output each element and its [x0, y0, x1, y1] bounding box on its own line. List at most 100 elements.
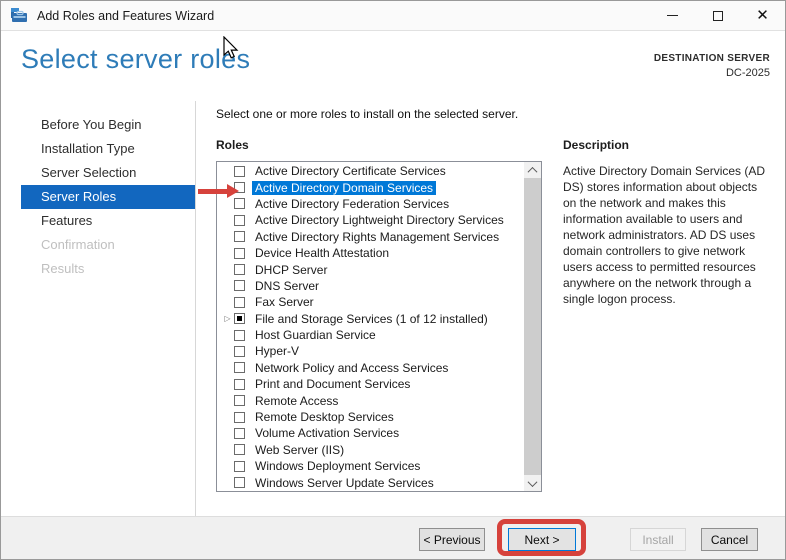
cancel-button[interactable]: Cancel — [701, 528, 758, 551]
role-label[interactable]: Active Directory Lightweight Directory S… — [252, 213, 507, 227]
sidebar-item-before-you-begin[interactable]: Before You Begin — [1, 113, 195, 137]
role-checkbox[interactable] — [234, 182, 245, 194]
role-checkbox[interactable] — [234, 378, 245, 390]
role-row[interactable]: ▷Web Server (IIS) — [217, 442, 524, 458]
role-checkbox[interactable] — [234, 395, 245, 407]
role-row[interactable]: ▷Volume Activation Services — [217, 425, 524, 441]
maximize-icon — [712, 10, 723, 21]
sidebar-item-server-selection[interactable]: Server Selection — [1, 161, 195, 185]
wizard-content: Before You Begin Installation Type Server … — [1, 101, 785, 516]
role-row[interactable]: ▷Device Health Attestation — [217, 245, 524, 261]
page-title: Select server roles — [21, 44, 251, 74]
prev-button[interactable]: < Previous — [419, 528, 485, 551]
role-row[interactable]: ▷Active Directory Certificate Services — [217, 163, 524, 179]
role-row[interactable]: ▷DNS Server — [217, 278, 524, 294]
role-label[interactable]: Hyper-V — [252, 344, 302, 358]
window-title: Add Roles and Features Wizard — [37, 8, 215, 23]
role-label[interactable]: Windows Server Update Services — [252, 476, 437, 490]
role-label[interactable]: Volume Activation Services — [252, 426, 402, 440]
role-row[interactable]: ▷Network Policy and Access Services — [217, 360, 524, 376]
add-roles-features-wizard-window: Add Roles and Features Wizard ✕ Select s… — [0, 0, 786, 560]
description-heading: Description — [563, 138, 630, 152]
intro-text: Select one or more roles to install on t… — [216, 107, 519, 121]
role-checkbox[interactable] — [234, 247, 245, 259]
sidebar-item-installation-type[interactable]: Installation Type — [1, 137, 195, 161]
install-button: Install — [630, 528, 686, 551]
roles-rows: ▷Active Directory Certificate Services▷A… — [217, 163, 524, 491]
role-checkbox[interactable] — [234, 264, 245, 276]
role-row[interactable]: ▷Windows Server Update Services — [217, 474, 524, 490]
roles-listbox: ▷Active Directory Certificate Services▷A… — [216, 161, 542, 492]
role-row[interactable]: ▷DHCP Server — [217, 261, 524, 277]
role-checkbox[interactable] — [234, 411, 245, 423]
role-checkbox[interactable] — [234, 345, 245, 357]
expander-icon[interactable]: ▷ — [221, 314, 234, 323]
close-button[interactable]: ✕ — [740, 1, 785, 30]
role-row[interactable]: ▷Hyper-V — [217, 343, 524, 359]
role-label[interactable]: DHCP Server — [252, 263, 330, 277]
role-checkbox[interactable] — [234, 427, 245, 439]
wizard-steps-sidebar: Before You Begin Installation Type Server … — [1, 101, 196, 516]
role-row[interactable]: ▷Active Directory Lightweight Directory … — [217, 212, 524, 228]
role-checkbox[interactable] — [234, 165, 245, 177]
role-checkbox[interactable] — [234, 477, 245, 489]
sidebar-item-features[interactable]: Features — [1, 209, 195, 233]
chevron-down-icon — [527, 476, 538, 487]
scroll-up-button[interactable] — [524, 162, 541, 178]
role-checkbox[interactable] — [234, 231, 245, 243]
role-label[interactable]: Network Policy and Access Services — [252, 361, 451, 375]
role-row[interactable]: ▷Remote Desktop Services — [217, 409, 524, 425]
role-row[interactable]: ▷Active Directory Federation Services — [217, 196, 524, 212]
wizard-app-icon — [11, 8, 28, 23]
minimize-button[interactable] — [650, 1, 695, 30]
role-label[interactable]: Host Guardian Service — [252, 328, 379, 342]
destination-server-block: DESTINATION SERVER DC-2025 — [654, 53, 770, 79]
role-label[interactable]: Active Directory Rights Management Servi… — [252, 230, 502, 244]
role-checkbox[interactable] — [234, 296, 245, 308]
role-label[interactable]: File and Storage Services (1 of 12 insta… — [252, 312, 491, 326]
maximize-button[interactable] — [695, 1, 740, 30]
role-checkbox[interactable] — [234, 214, 245, 226]
role-label[interactable]: Remote Desktop Services — [252, 410, 397, 424]
sidebar-item-server-roles[interactable]: Server Roles — [21, 185, 195, 209]
role-row[interactable]: ▷Remote Access — [217, 392, 524, 408]
roles-scrollbar[interactable] — [524, 162, 541, 491]
scroll-down-button[interactable] — [524, 475, 541, 491]
role-checkbox[interactable] — [234, 362, 245, 374]
role-row[interactable]: ▷Fax Server — [217, 294, 524, 310]
role-checkbox[interactable] — [234, 329, 245, 341]
chevron-up-icon — [527, 166, 538, 177]
description-text: Active Directory Domain Services (AD DS)… — [563, 164, 766, 306]
role-checkbox[interactable] — [234, 444, 245, 456]
role-label[interactable]: Print and Document Services — [252, 377, 413, 391]
wizard-footer: < Previous Next > Install Cancel — [1, 516, 785, 559]
window-controls: ✕ — [650, 1, 785, 30]
role-row[interactable]: ▷Print and Document Services — [217, 376, 524, 392]
role-row[interactable]: ▷ File and Storage Services (1 of 12 inst… — [217, 311, 524, 327]
sidebar-item-results: Results — [41, 261, 85, 276]
titlebar: Add Roles and Features Wizard ✕ — [1, 1, 785, 31]
roles-pane: Select one or more roles to install on t… — [197, 101, 785, 516]
role-label[interactable]: Active Directory Domain Services — [252, 180, 437, 195]
sidebar-item-confirmation: Confirmation — [41, 237, 115, 252]
destination-server-name: DC-2025 — [725, 67, 770, 79]
role-label[interactable]: Web Server (IIS) — [252, 443, 347, 457]
role-checkbox[interactable] — [234, 313, 245, 325]
role-row[interactable]: ▷Active Directory Rights Management Serv… — [217, 229, 524, 245]
role-row[interactable]: ▷Windows Deployment Services — [217, 458, 524, 474]
role-label[interactable]: Active Directory Certificate Services — [252, 164, 449, 178]
next-button[interactable]: Next > — [508, 528, 576, 551]
role-label[interactable]: Device Health Attestation — [252, 246, 392, 260]
role-label[interactable]: DNS Server — [252, 279, 322, 293]
role-label[interactable]: Remote Access — [252, 394, 341, 408]
role-label[interactable]: Windows Deployment Services — [252, 459, 423, 473]
role-row[interactable]: ▷Host Guardian Service — [217, 327, 524, 343]
role-label[interactable]: Fax Server — [252, 295, 317, 309]
close-icon: ✕ — [756, 7, 769, 24]
role-checkbox[interactable] — [234, 198, 245, 210]
role-checkbox[interactable] — [234, 280, 245, 292]
role-row[interactable]: ▷Active Directory Domain Services — [217, 179, 524, 195]
role-checkbox[interactable] — [234, 460, 245, 472]
role-label[interactable]: Active Directory Federation Services — [252, 197, 452, 211]
wizard-header: Select server roles DESTINATION SERVER D… — [1, 31, 785, 101]
